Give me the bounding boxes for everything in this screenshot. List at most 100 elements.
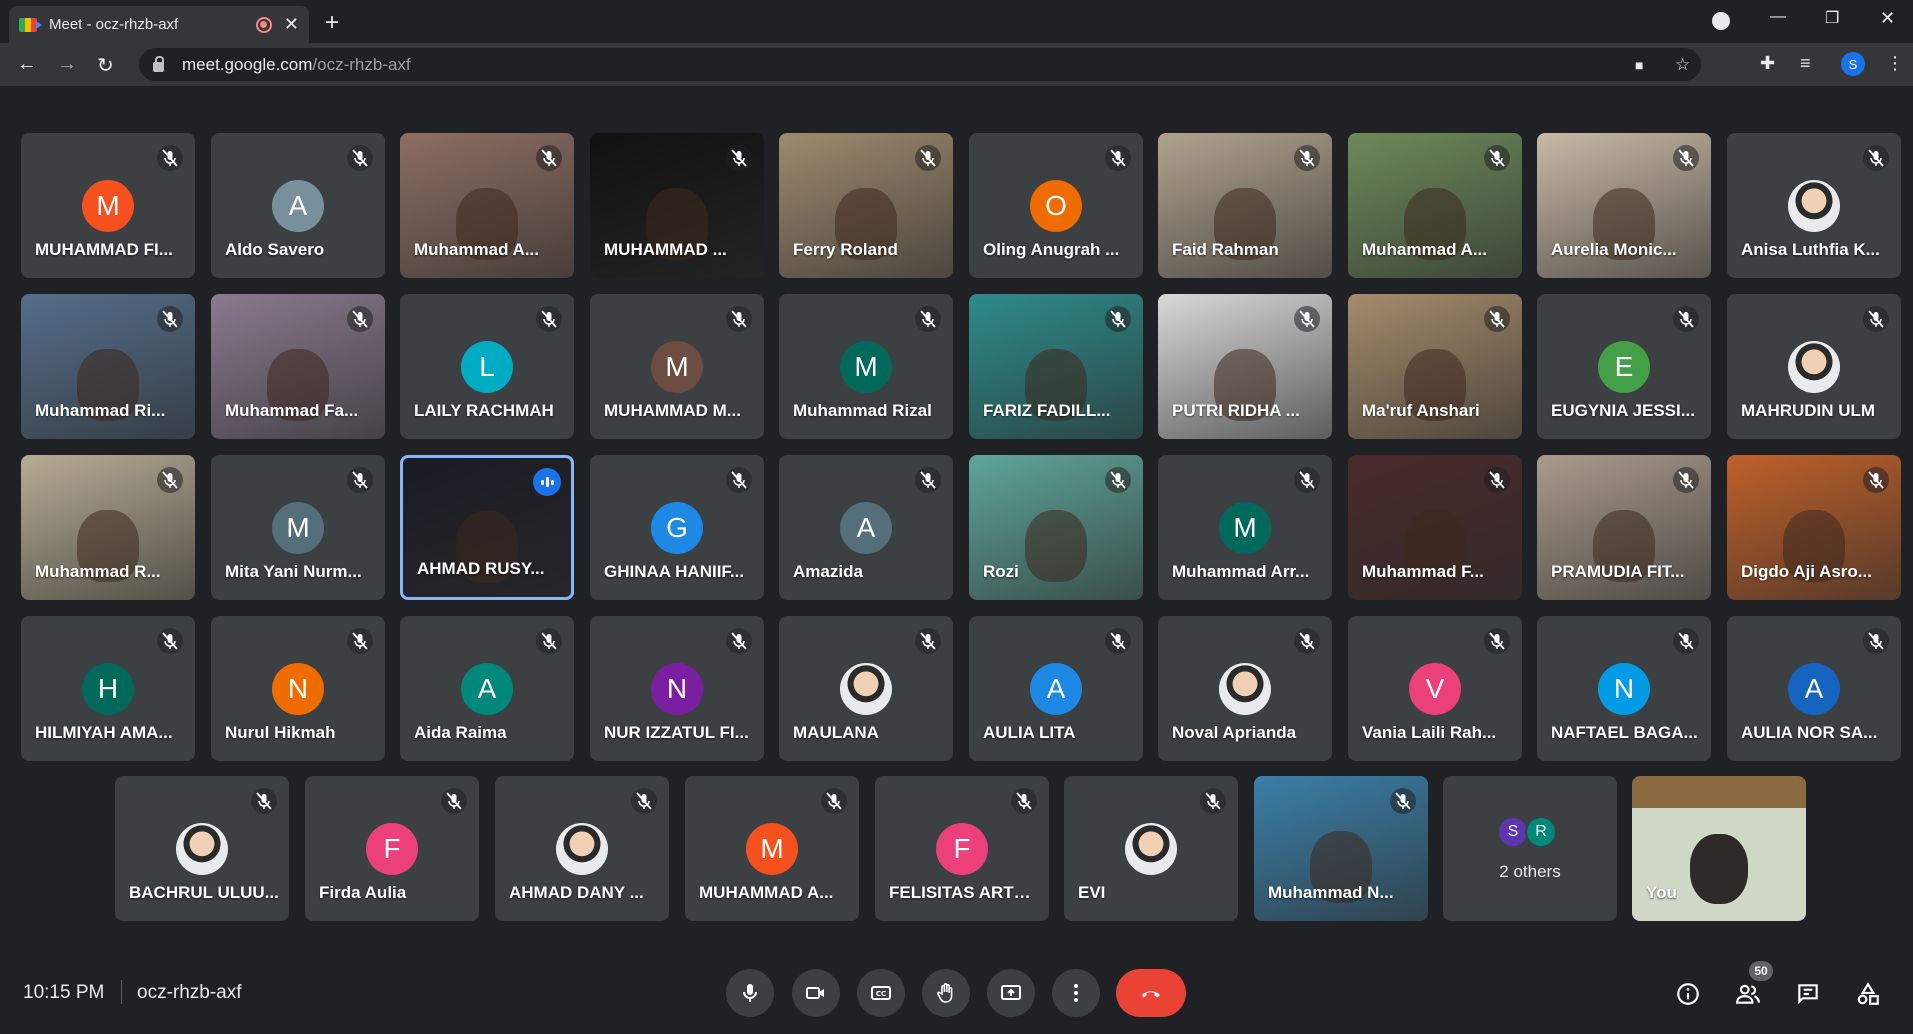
participant-name: Muhammad F...	[1362, 562, 1484, 581]
forward-icon[interactable]: →	[57, 53, 77, 76]
mic-off-icon	[1863, 145, 1889, 171]
participant-tile[interactable]: A AULIA NOR SA...	[1727, 616, 1901, 761]
media-control-icon[interactable]: ≡	[1800, 53, 1811, 74]
participant-tile[interactable]: Noval Aprianda	[1158, 616, 1332, 761]
participant-tile[interactable]: F Firda Aulia	[305, 776, 479, 921]
participant-tile[interactable]: A Amazida	[779, 455, 953, 600]
reload-icon[interactable]: ↻	[97, 53, 114, 78]
menu-icon[interactable]: ⋮	[1886, 53, 1904, 74]
participant-avatar: M	[272, 501, 324, 554]
participant-tile[interactable]: Muhammad R...	[21, 455, 195, 600]
speaking-indicator-icon	[533, 468, 561, 496]
leave-call-button[interactable]	[1116, 969, 1186, 1017]
chat-button[interactable]	[1793, 979, 1823, 1009]
participant-tile[interactable]: G GHINAA HANIIF...	[590, 455, 764, 600]
participant-tile[interactable]: V Vania Laili Rah...	[1348, 616, 1522, 761]
participant-tile[interactable]: Anisa Luthfia K...	[1727, 133, 1901, 278]
participant-name: NAFTAEL BAGA...	[1551, 723, 1698, 742]
mic-off-icon	[726, 467, 752, 493]
browser-tab[interactable]: Meet - ocz-rhzb-axf ✕	[9, 6, 309, 43]
raise-hand-button[interactable]	[922, 969, 970, 1017]
participant-tile[interactable]: E EUGYNIA JESSI...	[1537, 294, 1711, 439]
participant-name: NUR IZZATUL FI...	[604, 723, 749, 742]
participant-tile[interactable]: A AULIA LITA	[969, 616, 1143, 761]
participant-tile[interactable]: Muhammad A...	[400, 133, 574, 278]
participant-tile[interactable]: AHMAD DANY ...	[495, 776, 669, 921]
participant-tile[interactable]: N Nurul Hikmah	[211, 616, 385, 761]
mic-off-icon	[157, 467, 183, 493]
participant-tile[interactable]: Muhammad F...	[1348, 455, 1522, 600]
participant-tile[interactable]: Ferry Roland	[779, 133, 953, 278]
participant-tile[interactable]: Rozi	[969, 455, 1143, 600]
participant-tile[interactable]: Faid Rahman	[1158, 133, 1332, 278]
participant-tile[interactable]: M Mita Yani Nurm...	[211, 455, 385, 600]
participant-tile[interactable]: Digdo Aji Asro...	[1727, 455, 1901, 600]
participant-tile[interactable]: MUHAMMAD ...	[590, 133, 764, 278]
participant-tile[interactable]: BACHRUL ULUU...	[115, 776, 289, 921]
participant-tile[interactable]: M MUHAMMAD FI...	[21, 133, 195, 278]
participant-tile[interactable]: PUTRI RIDHA ...	[1158, 294, 1332, 439]
captions-button[interactable]: CC	[857, 969, 905, 1017]
tab-search-icon[interactable]	[1712, 12, 1730, 30]
new-tab-icon[interactable]: +	[325, 9, 339, 37]
participant-tile[interactable]: H HILMIYAH AMA...	[21, 616, 195, 761]
participant-tile[interactable]: EVI	[1064, 776, 1238, 921]
participant-tile[interactable]: Ma'ruf Anshari	[1348, 294, 1522, 439]
microphone-button[interactable]	[726, 969, 774, 1017]
present-screen-button[interactable]	[987, 969, 1035, 1017]
participant-tile[interactable]: L LAILY RACHMAH	[400, 294, 574, 439]
participant-tile[interactable]: M Muhammad Rizal	[779, 294, 953, 439]
participant-name: Muhammad N...	[1268, 883, 1394, 902]
camera-button[interactable]	[792, 969, 840, 1017]
participant-avatar: N	[272, 662, 324, 715]
mic-off-icon	[1484, 145, 1510, 171]
mic-off-icon	[1105, 145, 1131, 171]
participant-tile[interactable]: F FELISITAS ARTE...	[875, 776, 1049, 921]
participant-tile[interactable]: MAULANA	[779, 616, 953, 761]
participant-tile[interactable]: Muhammad Fa...	[211, 294, 385, 439]
participant-tile[interactable]: Muhammad A...	[1348, 133, 1522, 278]
bookmark-star-icon[interactable]: ☆	[1675, 55, 1690, 75]
participant-name: LAILY RACHMAH	[414, 401, 554, 420]
participant-tile[interactable]: M MUHAMMAD M...	[590, 294, 764, 439]
more-options-button[interactable]	[1052, 969, 1100, 1017]
participant-tile[interactable]: Muhammad N...	[1254, 776, 1428, 921]
participant-tile[interactable]: O Oling Anugrah ...	[969, 133, 1143, 278]
camera-icon	[806, 987, 824, 999]
back-icon[interactable]: ←	[17, 53, 37, 76]
participant-tile[interactable]: M Muhammad Arr...	[1158, 455, 1332, 600]
other-participant-avatar: R	[1525, 816, 1557, 848]
participant-tile[interactable]: AHMAD RUSY...	[400, 455, 574, 600]
participant-name: EVI	[1078, 883, 1106, 902]
extensions-icon[interactable]: ✚	[1760, 53, 1775, 74]
participant-tile[interactable]: A Aldo Savero	[211, 133, 385, 278]
profile-avatar[interactable]: S	[1841, 52, 1865, 76]
participant-avatar: M	[651, 340, 703, 393]
participant-name: Muhammad Fa...	[225, 401, 359, 420]
participant-tile[interactable]: FARIZ FADILL...	[969, 294, 1143, 439]
self-view-tile[interactable]: You	[1632, 776, 1806, 921]
maximize-icon[interactable]: ❐	[1825, 8, 1839, 28]
close-tab-icon[interactable]: ✕	[284, 14, 299, 35]
minimize-icon[interactable]: —	[1770, 8, 1786, 26]
participant-tile[interactable]: PRAMUDIA FIT...	[1537, 455, 1711, 600]
meeting-details-button[interactable]	[1673, 979, 1703, 1009]
activities-button[interactable]	[1853, 979, 1883, 1009]
mic-off-icon	[1294, 306, 1320, 332]
camera-in-use-icon[interactable]: ■	[1635, 57, 1643, 73]
participant-tile[interactable]: A Aida Raima	[400, 616, 574, 761]
close-window-icon[interactable]: ✕	[1880, 8, 1895, 29]
others-tile[interactable]: SR 2 others	[1443, 776, 1617, 921]
people-button[interactable]	[1733, 979, 1763, 1009]
mic-off-icon	[157, 145, 183, 171]
participant-tile[interactable]: MAHRUDIN ULM	[1727, 294, 1901, 439]
mic-off-icon	[726, 306, 752, 332]
tab-title: Meet - ocz-rhzb-axf	[49, 16, 179, 33]
participant-tile[interactable]: M MUHAMMAD A...	[685, 776, 859, 921]
participant-tile[interactable]: Muhammad Ri...	[21, 294, 195, 439]
lock-icon[interactable]	[153, 55, 164, 72]
participant-tile[interactable]: Aurelia Monic...	[1537, 133, 1711, 278]
participant-tile[interactable]: N NAFTAEL BAGA...	[1537, 616, 1711, 761]
address-bar[interactable]: meet.google.com /ocz-rhzb-axf ☆ ■	[139, 48, 1701, 81]
participant-tile[interactable]: N NUR IZZATUL FI...	[590, 616, 764, 761]
